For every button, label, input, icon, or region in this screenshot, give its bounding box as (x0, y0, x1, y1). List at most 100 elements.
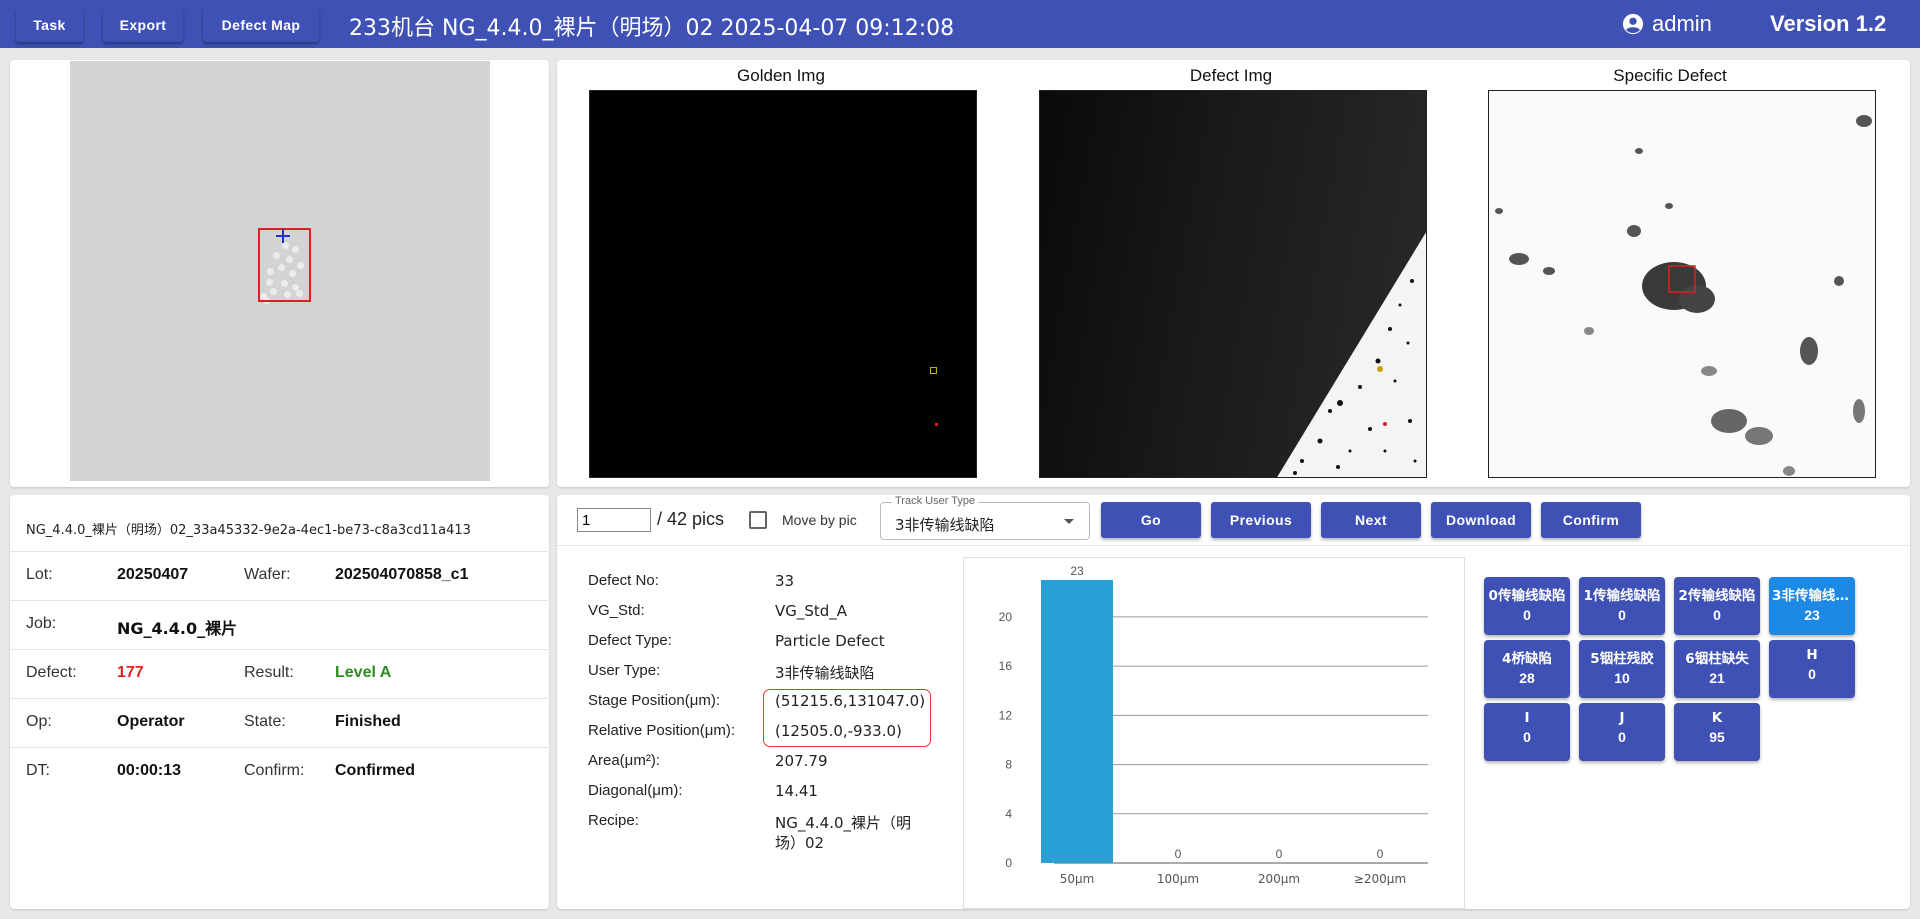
position-highlight-box (763, 689, 931, 747)
specific-defect-image[interactable] (1488, 90, 1876, 478)
export-button[interactable]: Export (103, 8, 183, 42)
y-tick-label: 8 (1005, 758, 1012, 772)
op-label: Op: (26, 713, 52, 730)
defect-no-value: 33 (775, 572, 795, 590)
page-title: 233机台 NG_4.4.0_裸片（明场）02 2025-04-07 09:12… (349, 16, 955, 41)
y-tick-label: 20 (999, 610, 1013, 624)
data-label: 0 (1377, 847, 1384, 861)
x-tick-label: 100μm (1157, 872, 1199, 886)
category-count: 95 (1709, 729, 1725, 745)
recipe-label: Recipe: (588, 812, 639, 829)
defect-map-button[interactable]: Defect Map (203, 8, 319, 42)
golden-img-caption: Golden Img (737, 66, 825, 85)
result-value: Level A (335, 664, 392, 681)
state-label: State: (244, 713, 286, 730)
category-name: K (1711, 710, 1723, 726)
page-number-input[interactable] (577, 508, 651, 532)
y-tick-label: 0 (1005, 856, 1012, 870)
account-circle-icon (1622, 13, 1644, 35)
category-name: 1传输线缺陷 (1583, 588, 1661, 604)
user-menu[interactable]: admin (1622, 11, 1712, 37)
y-tick-label: 4 (1005, 807, 1012, 821)
recipe-value-line2: 场）02 (775, 834, 825, 852)
toolbar-divider (557, 545, 1910, 546)
track-user-type-value: 3非传输线缺陷 (895, 516, 995, 534)
specific-defect-content (1495, 115, 1872, 476)
confirm-label: Confirm: (244, 762, 305, 779)
category-count: 0 (1713, 607, 1721, 623)
selected-region-box (258, 228, 311, 302)
vg-std-label: VG_Std: (588, 602, 645, 619)
chart-svg: 0 4 8 12 16 20 23 50μm 0 100μm 0 200μm 0 ≥200μm (999, 564, 1428, 886)
previous-button[interactable]: Previous (1211, 502, 1311, 538)
category-name: J (1619, 710, 1625, 726)
category-button[interactable]: 1传输线缺陷 0 (1579, 577, 1665, 635)
download-button[interactable]: Download (1431, 502, 1531, 538)
category-button[interactable]: K 95 (1674, 703, 1760, 761)
y-tick-label: 16 (999, 659, 1013, 673)
wafer-label: Wafer: (244, 566, 291, 583)
category-name: H (1806, 647, 1818, 663)
x-tick-label: ≥200μm (1354, 872, 1406, 886)
info-row-lot-wafer: Lot: 20250407 Wafer: 202504070858_c1 (10, 551, 548, 600)
category-name: 3非传输线缺陷 (1772, 588, 1855, 604)
category-button[interactable]: 4桥缺陷 28 (1484, 640, 1570, 698)
category-name: 6铟柱缺失 (1685, 651, 1749, 667)
relative-position-label: Relative Position(μm): (588, 722, 736, 739)
x-tick-label: 200μm (1258, 872, 1300, 886)
move-by-pic-label: Move by pic (782, 512, 857, 528)
diagonal-label: Diagonal(μm): (588, 782, 683, 799)
task-button[interactable]: Task (16, 8, 83, 42)
category-button[interactable]: 5铟柱残胶 10 (1579, 640, 1665, 698)
category-count: 0 (1808, 666, 1816, 682)
category-count: 21 (1709, 670, 1725, 686)
user-type-label: User Type: (588, 662, 661, 679)
category-button[interactable]: 2传输线缺陷 0 (1674, 577, 1760, 635)
next-button[interactable]: Next (1321, 502, 1421, 538)
info-row-job: Job: NG_4.4.0_裸片 (10, 600, 548, 649)
state-value: Finished (335, 713, 401, 730)
category-button[interactable]: 6铟柱缺失 21 (1674, 640, 1760, 698)
category-button[interactable]: I0 (1484, 703, 1570, 761)
category-count: 28 (1519, 670, 1535, 686)
user-type-value: 3非传输线缺陷 (775, 664, 875, 682)
file-name: NG_4.4.0_裸片（明场）02_33a45332-9e2a-4ec1-be7… (26, 523, 471, 538)
data-label: 0 (1276, 847, 1283, 861)
category-name: I (1524, 710, 1530, 726)
category-count: 0 (1523, 607, 1531, 623)
size-distribution-chart: 0 4 8 12 16 20 23 50μm 0 100μm 0 200μm 0 ≥200μm (963, 557, 1465, 909)
golden-marker-yellow (930, 367, 937, 374)
job-label: Job: (26, 615, 57, 632)
move-by-pic-checkbox[interactable] (749, 511, 767, 529)
defect-image[interactable] (1039, 90, 1427, 478)
category-button[interactable]: J0 (1579, 703, 1665, 761)
category-button[interactable]: 0传输线缺陷 0 (1484, 577, 1570, 635)
x-tick-label: 50μm (1060, 872, 1095, 886)
confirm-button[interactable]: Confirm (1541, 502, 1641, 538)
defect-type-value: Particle Defect (775, 632, 885, 650)
track-user-type-label: Track User Type (892, 495, 979, 507)
data-label: 0 (1175, 847, 1182, 861)
category-button[interactable]: H0 (1769, 640, 1855, 698)
defect-no-label: Defect No: (588, 572, 659, 589)
lot-label: Lot: (26, 566, 53, 583)
golden-marker-red (935, 423, 938, 426)
info-row-defect-result: Defect: 177 Result: Level A (10, 649, 548, 698)
defect-count-value: 177 (117, 664, 144, 681)
defect-type-label: Defect Type: (588, 632, 672, 649)
result-label: Result: (244, 664, 294, 681)
diagonal-value: 14.41 (775, 782, 818, 800)
info-row-dt-confirm: DT: 00:00:13 Confirm: Confirmed (10, 747, 548, 796)
bar (1041, 580, 1113, 863)
category-count: 23 (1804, 607, 1820, 623)
username: admin (1652, 11, 1712, 36)
chevron-down-icon (1064, 519, 1074, 524)
golden-image[interactable] (589, 90, 977, 478)
specific-defect-caption: Specific Defect (1613, 66, 1727, 85)
defect-image-content (1277, 232, 1426, 477)
job-value: NG_4.4.0_裸片 (117, 619, 238, 638)
category-button[interactable]: 3非传输线缺陷 23 (1769, 577, 1855, 635)
go-button[interactable]: Go (1101, 502, 1201, 538)
version-label: Version 1.2 (1770, 11, 1887, 36)
y-tick-label: 12 (999, 708, 1013, 722)
